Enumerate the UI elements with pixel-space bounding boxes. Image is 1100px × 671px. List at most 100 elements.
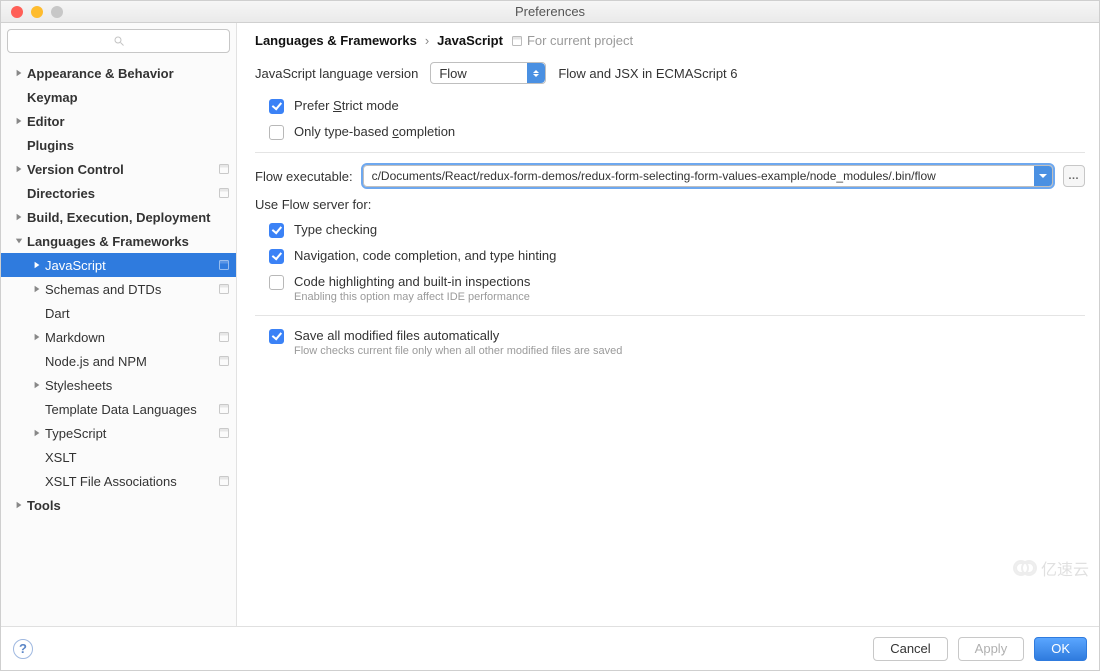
apply-button[interactable]: Apply (958, 637, 1025, 661)
tree-item-stylesheets[interactable]: Stylesheets (1, 373, 236, 397)
expand-icon (13, 67, 25, 79)
langversion-value: Flow (439, 66, 466, 81)
tree-item-tools[interactable]: Tools (1, 493, 236, 517)
tree-item-label: Markdown (45, 330, 218, 345)
window-title: Preferences (1, 4, 1099, 19)
project-badge-icon (218, 163, 230, 175)
tree-item-plugins[interactable]: Plugins (1, 133, 236, 157)
tree-item-appearance-behavior[interactable]: Appearance & Behavior (1, 61, 236, 85)
tree-item-node-js-and-npm[interactable]: Node.js and NPM (1, 349, 236, 373)
strict-mode-label[interactable]: Prefer Strict mode (294, 98, 399, 113)
expand-icon (31, 379, 43, 391)
type-checking-label[interactable]: Type checking (294, 222, 377, 237)
project-badge-icon (218, 259, 230, 271)
footer: ? Cancel Apply OK (1, 626, 1099, 670)
project-scope: For current project (511, 33, 633, 48)
navigation-label[interactable]: Navigation, code completion, and type hi… (294, 248, 556, 263)
flow-exec-input[interactable] (363, 165, 1053, 187)
expand-icon (31, 451, 43, 463)
expand-icon (31, 259, 43, 271)
project-badge-icon (218, 403, 230, 415)
tree-item-label: TypeScript (45, 426, 218, 441)
titlebar: Preferences (1, 1, 1099, 23)
tree-item-dart[interactable]: Dart (1, 301, 236, 325)
expand-icon (31, 403, 43, 415)
expand-icon (13, 211, 25, 223)
tree-item-typescript[interactable]: TypeScript (1, 421, 236, 445)
highlighting-label[interactable]: Code highlighting and built-in inspectio… (294, 274, 530, 303)
tree-item-label: XSLT (45, 450, 230, 465)
content-panel: Languages & Frameworks › JavaScript For … (237, 23, 1099, 626)
expand-icon (13, 163, 25, 175)
type-based-checkbox[interactable] (269, 125, 284, 140)
search-icon (113, 35, 125, 47)
expand-icon (13, 499, 25, 511)
tree-item-label: XSLT File Associations (45, 474, 218, 489)
expand-icon (13, 139, 25, 151)
project-badge-icon (218, 283, 230, 295)
breadcrumb-a[interactable]: Languages & Frameworks (255, 33, 417, 48)
tree-item-template-data-languages[interactable]: Template Data Languages (1, 397, 236, 421)
project-badge-icon (218, 331, 230, 343)
type-checking-checkbox[interactable] (269, 223, 284, 238)
expand-icon (31, 427, 43, 439)
dropdown-icon (527, 63, 545, 83)
tree-item-xslt-file-associations[interactable]: XSLT File Associations (1, 469, 236, 493)
use-flow-label: Use Flow server for: (255, 197, 1085, 212)
strict-mode-checkbox[interactable] (269, 99, 284, 114)
tree-item-editor[interactable]: Editor (1, 109, 236, 133)
tree-item-label: Plugins (27, 138, 230, 153)
ok-button[interactable]: OK (1034, 637, 1087, 661)
tree-item-xslt[interactable]: XSLT (1, 445, 236, 469)
tree-item-label: Stylesheets (45, 378, 230, 393)
save-auto-label[interactable]: Save all modified files automatically Fl… (294, 328, 622, 357)
tree-item-keymap[interactable]: Keymap (1, 85, 236, 109)
expand-icon (31, 283, 43, 295)
tree-item-label: Node.js and NPM (45, 354, 218, 369)
chevron-right-icon: › (425, 33, 429, 48)
tree-item-label: Appearance & Behavior (27, 66, 230, 81)
tree-item-label: JavaScript (45, 258, 218, 273)
tree-item-version-control[interactable]: Version Control (1, 157, 236, 181)
langversion-hint: Flow and JSX in ECMAScript 6 (558, 66, 737, 81)
project-badge-icon (218, 187, 230, 199)
browse-button[interactable]: … (1063, 165, 1085, 187)
tree-item-build-execution-deployment[interactable]: Build, Execution, Deployment (1, 205, 236, 229)
expand-icon (13, 187, 25, 199)
tree-item-javascript[interactable]: JavaScript (1, 253, 236, 277)
expand-icon (13, 235, 25, 247)
tree-item-label: Languages & Frameworks (27, 234, 230, 249)
help-button[interactable]: ? (13, 639, 33, 659)
tree-item-label: Build, Execution, Deployment (27, 210, 230, 225)
project-badge-icon (218, 475, 230, 487)
tree-item-directories[interactable]: Directories (1, 181, 236, 205)
tree-item-schemas-and-dtds[interactable]: Schemas and DTDs (1, 277, 236, 301)
project-badge-icon (218, 355, 230, 367)
save-auto-note: Flow checks current file only when all o… (294, 345, 622, 357)
flow-exec-label: Flow executable: (255, 169, 353, 184)
highlighting-checkbox[interactable] (269, 275, 284, 290)
tree-item-label: Dart (45, 306, 230, 321)
tree-item-languages-frameworks[interactable]: Languages & Frameworks (1, 229, 236, 253)
navigation-checkbox[interactable] (269, 249, 284, 264)
history-dropdown-icon[interactable] (1034, 166, 1052, 186)
type-based-label[interactable]: Only type-based completion (294, 124, 455, 139)
project-icon (511, 35, 523, 47)
expand-icon (31, 355, 43, 367)
tree-item-markdown[interactable]: Markdown (1, 325, 236, 349)
tree-item-label: Version Control (27, 162, 218, 177)
expand-icon (31, 307, 43, 319)
divider (255, 315, 1085, 316)
save-auto-checkbox[interactable] (269, 329, 284, 344)
settings-tree: Appearance & Behavior KeymapEditor Plugins… (1, 59, 236, 626)
sidebar: Appearance & Behavior KeymapEditor Plugins… (1, 23, 237, 626)
divider (255, 152, 1085, 153)
highlighting-note: Enabling this option may affect IDE perf… (294, 291, 530, 303)
tree-item-label: Directories (27, 186, 218, 201)
watermark: 亿速云 (1015, 556, 1089, 580)
expand-icon (31, 475, 43, 487)
breadcrumb: Languages & Frameworks › JavaScript For … (255, 33, 1085, 48)
cancel-button[interactable]: Cancel (873, 637, 947, 661)
langversion-select[interactable]: Flow (430, 62, 546, 84)
project-badge-icon (218, 427, 230, 439)
